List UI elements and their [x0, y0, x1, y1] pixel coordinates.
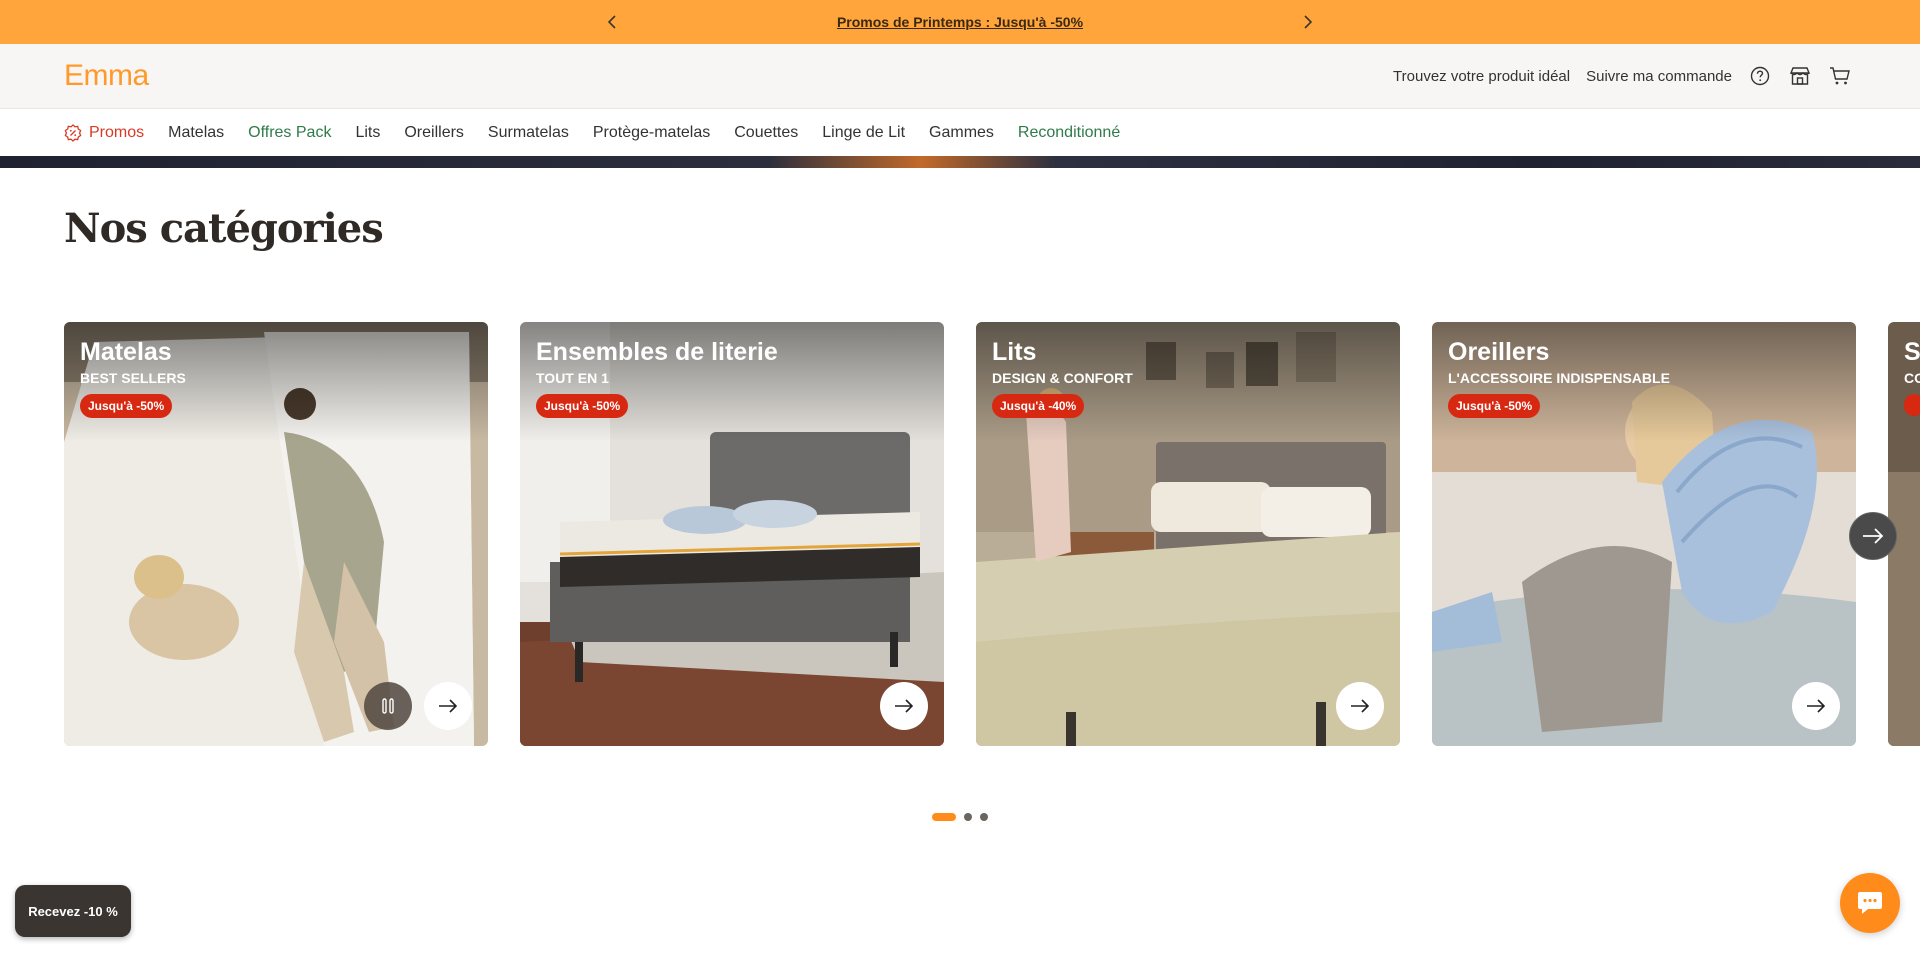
help-icon[interactable]	[1748, 64, 1772, 88]
nav-item-linge-de-lit[interactable]: Linge de Lit	[822, 124, 905, 142]
nav-item-reconditionne[interactable]: Reconditionné	[1018, 124, 1120, 142]
category-card-oreillers[interactable]: Oreillers L'ACCESSOIRE INDISPENSABLE Jus…	[1432, 322, 1856, 746]
nav-item-lits[interactable]: Lits	[355, 124, 380, 142]
discount-badge: Jusqu'à -50%	[536, 394, 629, 418]
card-title: Ensembles de literie	[536, 338, 778, 366]
nav-item-protege-matelas[interactable]: Protège-matelas	[593, 124, 710, 142]
pause-icon	[382, 698, 394, 714]
discount-badge: Jusqu'à -40%	[992, 394, 1085, 418]
card-title: Oreillers	[1448, 338, 1550, 366]
card-arrow-button[interactable]	[424, 682, 472, 730]
discount-badge: Jusqu'à -50%	[1448, 394, 1541, 418]
site-header: Emma Trouvez votre produit idéal Suivre …	[0, 44, 1920, 108]
arrow-right-icon	[895, 699, 914, 713]
nav-item-offres-pack[interactable]: Offres Pack	[248, 124, 331, 142]
discount-widget-button[interactable]: Recevez -10 %	[15, 885, 131, 937]
arrow-right-icon	[439, 699, 458, 713]
promo-next-button[interactable]	[1296, 10, 1320, 34]
categories-title: Nos catégories	[64, 205, 384, 252]
pause-video-button[interactable]	[364, 682, 412, 730]
promo-bar: Promos de Printemps : Jusqu'à -50%	[0, 0, 1920, 44]
card-title: Lits	[992, 338, 1037, 366]
find-product-link[interactable]: Trouvez votre produit idéal	[1393, 68, 1570, 85]
card-arrow-button[interactable]	[880, 682, 928, 730]
pagination-dot-active[interactable]	[932, 813, 956, 821]
promo-prev-button[interactable]	[600, 10, 624, 34]
arrow-right-icon	[1351, 699, 1370, 713]
chat-icon	[1858, 892, 1882, 914]
discount-badge-icon	[64, 124, 82, 142]
discount-badge	[1904, 394, 1920, 416]
main-nav: Promos Matelas Offres Pack Lits Oreiller…	[0, 108, 1920, 156]
cart-icon[interactable]	[1828, 64, 1852, 88]
nav-item-promos[interactable]: Promos	[64, 124, 144, 142]
nav-item-couettes[interactable]: Couettes	[734, 124, 798, 142]
carousel-next-button[interactable]	[1849, 512, 1897, 560]
category-card-matelas[interactable]: Matelas BEST SELLERS Jusqu'à -50%	[64, 322, 488, 746]
category-card-ensembles[interactable]: Ensembles de literie TOUT EN 1 Jusqu'à -…	[520, 322, 944, 746]
card-arrow-button[interactable]	[1336, 682, 1384, 730]
nav-item-gammes[interactable]: Gammes	[929, 124, 994, 142]
card-title: S	[1904, 338, 1920, 366]
nav-item-surmatelas[interactable]: Surmatelas	[488, 124, 569, 142]
hero-banner-edge	[0, 156, 1920, 168]
nav-item-oreillers[interactable]: Oreillers	[404, 124, 464, 142]
card-subtitle: TOUT EN 1	[536, 370, 609, 386]
nav-item-matelas[interactable]: Matelas	[168, 124, 224, 142]
header-actions: Trouvez votre produit idéal Suivre ma co…	[1393, 44, 1920, 108]
pagination-dot[interactable]	[980, 813, 988, 821]
card-subtitle: DESIGN & CONFORT	[992, 370, 1133, 386]
arrow-right-icon	[1863, 528, 1884, 544]
nav-item-label: Promos	[89, 124, 145, 141]
promo-link[interactable]: Promos de Printemps : Jusqu'à -50%	[837, 14, 1083, 30]
discount-badge: Jusqu'à -50%	[80, 394, 173, 418]
store-icon[interactable]	[1788, 64, 1812, 88]
carousel-pagination	[932, 813, 996, 821]
emma-logo[interactable]: Emma	[64, 59, 149, 93]
card-subtitle: BEST SELLERS	[80, 370, 186, 386]
category-card-lits[interactable]: Lits DESIGN & CONFORT Jusqu'à -40%	[976, 322, 1400, 746]
card-subtitle: L'ACCESSOIRE INDISPENSABLE	[1448, 370, 1670, 386]
arrow-right-icon	[1807, 699, 1826, 713]
card-arrow-button[interactable]	[1792, 682, 1840, 730]
chat-button[interactable]	[1840, 873, 1900, 933]
card-title: Matelas	[80, 338, 172, 366]
promo-banner: Promos de Printemps : Jusqu'à -50%	[0, 0, 1920, 44]
card-subtitle: CO	[1904, 370, 1920, 386]
pagination-dot[interactable]	[964, 813, 972, 821]
chevron-right-icon	[1304, 15, 1313, 29]
track-order-link[interactable]: Suivre ma commande	[1586, 68, 1732, 85]
chevron-left-icon	[607, 15, 616, 29]
